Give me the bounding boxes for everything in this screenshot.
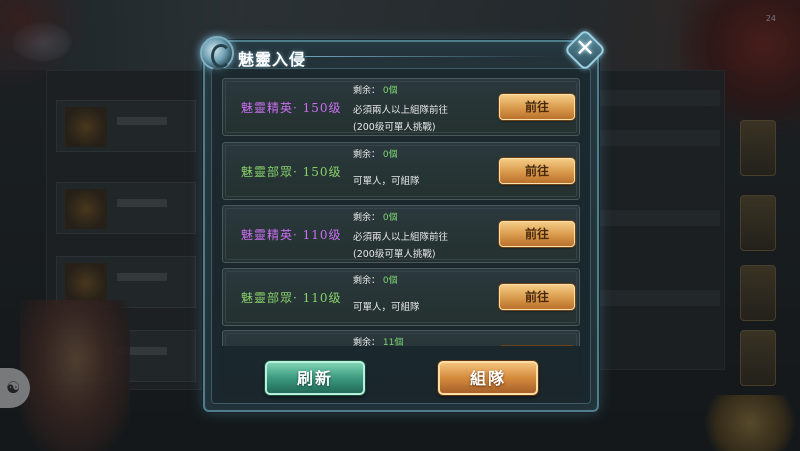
remaining-label: 剩余：	[353, 213, 381, 223]
entry-name: 魅靈部眾· 150级	[241, 165, 342, 179]
go-button[interactable]: 前往	[499, 94, 575, 120]
remaining-count: 剩余： 0個	[353, 147, 398, 160]
remaining-count: 剩余： 0個	[353, 210, 398, 223]
close-icon[interactable]: ✕	[570, 33, 600, 63]
remaining-label: 剩余：	[353, 150, 381, 160]
invasion-list[interactable]: 魅靈精英· 150级 剩余： 0個 必須兩人以上組隊前往 (200级可單人挑戰)…	[222, 78, 580, 346]
remaining-value: 0個	[382, 150, 398, 160]
remaining-count: 剩余： 11個	[353, 335, 403, 346]
entry-name: 魅靈部眾· 110级	[241, 291, 342, 305]
remaining-value: 0個	[382, 86, 398, 96]
remaining-count: 剩余： 0個	[353, 83, 398, 96]
title-divider	[305, 56, 555, 57]
list-item: 魅靈部眾· 150级 剩余： 0個 可單人，可組隊 前往	[222, 142, 580, 200]
remaining-count: 剩余： 0個	[353, 273, 398, 286]
moon-orb-icon	[200, 36, 234, 70]
entry-name: 魅靈精英· 110级	[241, 228, 342, 242]
entry-requirement-note: (200级可單人挑戰)	[353, 122, 436, 133]
remaining-value: 0個	[382, 276, 398, 286]
list-item: 魅靈精英· 110级 剩余： 0個 必須兩人以上組隊前往 (200级可單人挑戰)…	[222, 205, 580, 263]
remaining-label: 剩余：	[353, 338, 381, 346]
go-button[interactable]: 前往	[499, 221, 575, 247]
remaining-label: 剩余：	[353, 276, 381, 286]
entry-requirement-note: (200级可單人挑戰)	[353, 249, 436, 260]
go-button[interactable]: 前往	[499, 284, 575, 310]
entry-name: 魅靈精英· 150级	[241, 101, 342, 115]
entry-requirement: 可單人，可組隊	[353, 176, 420, 187]
form-team-button[interactable]: 組隊	[438, 361, 538, 395]
list-item: 剩余： 11個 前往	[222, 330, 580, 346]
dialog-title: 魅靈入侵	[238, 50, 307, 69]
entry-requirement: 必須兩人以上組隊前往	[353, 232, 449, 243]
entry-requirement: 可單人，可組隊	[353, 302, 420, 313]
remaining-label: 剩余：	[353, 86, 381, 96]
list-item: 魅靈部眾· 110级 剩余： 0個 可單人，可組隊 前往	[222, 268, 580, 326]
list-item: 魅靈精英· 150级 剩余： 0個 必須兩人以上組隊前往 (200级可單人挑戰)…	[222, 78, 580, 136]
remaining-value: 11個	[382, 338, 404, 346]
entry-requirement: 必須兩人以上組隊前往	[353, 105, 449, 116]
refresh-button[interactable]: 刷新	[265, 361, 365, 395]
go-button[interactable]: 前往	[499, 158, 575, 184]
remaining-value: 0個	[382, 213, 398, 223]
